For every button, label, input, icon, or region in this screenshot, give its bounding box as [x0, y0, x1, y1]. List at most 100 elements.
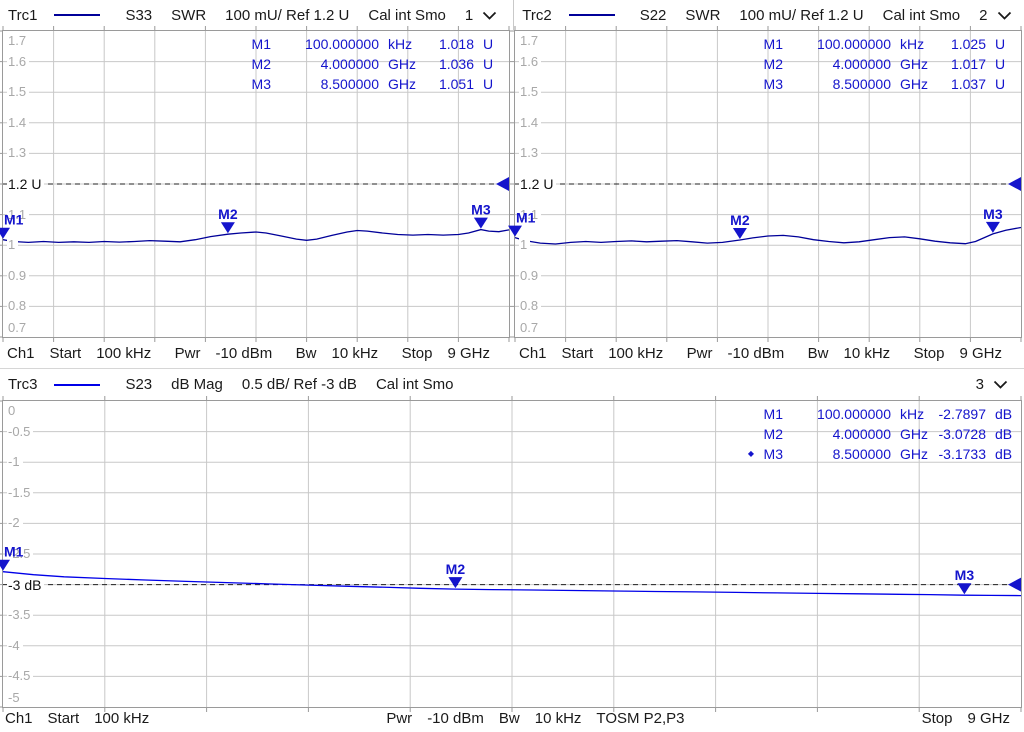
marker-frequency-unit: kHz — [388, 36, 413, 52]
marker-frequency: 8.500000 — [832, 446, 891, 462]
marker-frequency: 100.000000 — [817, 36, 891, 52]
marker-value-unit: dB — [995, 406, 1013, 422]
marker-value-unit: U — [483, 76, 494, 92]
trace2-header[interactable]: Trc2 S22 SWR 100 mU/ Ref 1.2 U Cal int Smo 2 — [513, 0, 1024, 30]
footer-item: 9 GHz — [959, 344, 1002, 362]
marker-frequency: 4.000000 — [832, 56, 891, 72]
marker-readout: M1 100.000000 kHz -2.7897 dB M2 4.000000 GHz -3.… — [744, 404, 1017, 464]
footer-group: Ch1 Start 100 kHz — [519, 345, 663, 362]
footer-item: 100 kHz — [94, 710, 150, 727]
channel-selector[interactable]: 3 — [976, 376, 1008, 393]
footer-item: Start — [561, 344, 594, 362]
footer-group: Ch1 Start 100 kHz — [7, 345, 151, 362]
trace-color-swatch — [54, 14, 101, 16]
trace-format-label: SWR — [685, 6, 721, 24]
marker-value: 1.036 — [438, 56, 474, 72]
marker-readout-row: M1 100.000000 kHz 1.025 U — [744, 34, 1017, 54]
marker-value-unit: U — [483, 56, 494, 72]
footer-item: 10 kHz — [331, 344, 379, 362]
channel-footer-1: Ch1 Start 100 kHz Pwr -10 dBm Bw 10 kHz Stop 9 G… — [2, 338, 510, 368]
trace1-plot-area[interactable]: 1.7 1.6 1.5 1.4 1.3 1.2 U 1.1 1 0.9 0.8 0.7 M1 M2 M3 M… — [0, 26, 510, 342]
channel-footers-top: Ch1 Start 100 kHz Pwr -10 dBm Bw 10 kHz Stop 9 G… — [0, 338, 1024, 368]
marker-readout-row: M2 4.000000 GHz 1.036 U — [232, 54, 505, 74]
scale-ref-label: 100 mU/ Ref 1.2 U — [739, 6, 864, 24]
footer-item: 9 GHz — [967, 710, 1010, 727]
scale-ref-label: 0.5 dB/ Ref -3 dB — [241, 376, 357, 393]
footer-item: -10 dBm — [727, 344, 785, 362]
marker-name: M2 — [763, 426, 783, 442]
marker-value-unit: dB — [995, 446, 1013, 462]
marker-value-unit: dB — [995, 426, 1013, 442]
footer-group: Bw 10 kHz — [808, 345, 891, 362]
marker-frequency: 4.000000 — [320, 56, 379, 72]
marker-frequency: 8.500000 — [832, 76, 891, 92]
channel-number: 3 — [975, 376, 984, 393]
cal-status-label: Cal int Smo — [375, 376, 454, 393]
footer-group: Stop 9 GHz — [914, 345, 1002, 362]
footer-item: Bw — [295, 344, 317, 362]
footer-item: Stop — [401, 344, 433, 362]
chevron-down-icon — [993, 380, 1008, 389]
active-marker-indicator: ◆ — [747, 449, 754, 458]
marker-value-unit: U — [995, 56, 1006, 72]
trace-color-swatch — [54, 383, 101, 386]
footer-group: Stop 9 GHz — [922, 710, 1010, 727]
trace-format-label: dB Mag — [171, 376, 223, 393]
ref-level-arrow[interactable] — [1008, 577, 1021, 592]
trace-name-label: Trc3 — [8, 376, 38, 393]
footer-group: Pwr -10 dBm Bw 10 kHz TOSM P2,P3 — [386, 710, 684, 727]
marker-name: M2 — [763, 56, 783, 72]
trace3-header[interactable]: Trc3 S23 dB Mag 0.5 dB/ Ref -3 dB Cal int Sm… — [0, 368, 1024, 400]
marker-value: 1.018 — [438, 36, 474, 52]
footer-item: 100 kHz — [96, 344, 152, 362]
footer-item: TOSM P2,P3 — [596, 710, 685, 727]
marker-frequency: 100.000000 — [305, 36, 379, 52]
trace1-header[interactable]: Trc1 S33 SWR 100 mU/ Ref 1.2 U Cal int Smo 1 — [0, 0, 513, 30]
trace-name-label: Trc1 — [8, 6, 38, 24]
marker-value: -2.7897 — [938, 406, 986, 422]
chevron-down-icon — [483, 11, 497, 20]
marker-readout-row: M2 4.000000 GHz -3.0728 dB — [744, 424, 1017, 444]
marker-frequency-unit: kHz — [900, 36, 925, 52]
marker-value: 1.051 — [438, 76, 474, 92]
marker-value-unit: U — [995, 36, 1006, 52]
channel-selector[interactable]: 2 — [979, 7, 1011, 24]
footer-group: Ch1 Start 100 kHz — [5, 710, 149, 727]
marker-frequency-unit: GHz — [388, 56, 416, 72]
ref-level-arrow[interactable] — [496, 177, 509, 191]
s-parameter-label: S22 — [639, 6, 667, 24]
marker-name: M3 — [251, 76, 271, 92]
footer-item: Pwr — [386, 710, 413, 727]
marker-name: M1 — [763, 406, 783, 422]
marker-value: -3.1733 — [938, 446, 986, 462]
trace-name-label: Trc2 — [522, 6, 552, 24]
marker-frequency-unit: GHz — [900, 426, 928, 442]
s-parameter-label: S23 — [125, 376, 153, 393]
marker-value: 1.025 — [950, 36, 986, 52]
footer-item: 9 GHz — [447, 344, 490, 362]
footer-group: Stop 9 GHz — [402, 345, 490, 362]
cal-status-label: Cal int Smo — [882, 6, 961, 24]
trace3-plot-area[interactable]: 0 -0.5 -1 -1.5 -2 -2.5 -3 dB -3.5 -4 -4.5 -5 M1 M2 M3… — [0, 396, 1022, 712]
marker-frequency-unit: GHz — [900, 446, 928, 462]
ref-level-arrow[interactable] — [1008, 177, 1021, 191]
chevron-down-icon — [997, 11, 1011, 20]
plots-top-row: 1.7 1.6 1.5 1.4 1.3 1.2 U 1.1 1 0.9 0.8 0.7 M1 M2 M3 M… — [0, 26, 1024, 342]
marker-name: M3 — [763, 76, 783, 92]
footer-item: 100 kHz — [608, 344, 664, 362]
footer-item: Stop — [913, 344, 945, 362]
trace2-plot-area[interactable]: 1.7 1.6 1.5 1.4 1.3 1.2 U 1.1 1 0.9 0.8 0.7 M1 M2 M3 M… — [508, 26, 1022, 342]
marker-value-unit: U — [995, 76, 1006, 92]
marker-readout: M1 100.000000 kHz 1.018 U M2 4.000000 GHz 1.036 U… — [232, 34, 505, 94]
marker-frequency-unit: GHz — [388, 76, 416, 92]
marker-name: M1 — [763, 36, 783, 52]
channel-selector[interactable]: 1 — [465, 7, 497, 24]
marker-name: M3 — [763, 446, 783, 462]
channel-number: 2 — [979, 6, 988, 24]
marker-frequency: 4.000000 — [832, 426, 891, 442]
footer-item: Ch1 — [7, 344, 35, 362]
marker-frequency-unit: GHz — [900, 56, 928, 72]
footer-item: Pwr — [174, 344, 201, 362]
footer-item: Start — [47, 710, 80, 727]
marker-readout-row: M1 100.000000 kHz 1.018 U — [232, 34, 505, 54]
